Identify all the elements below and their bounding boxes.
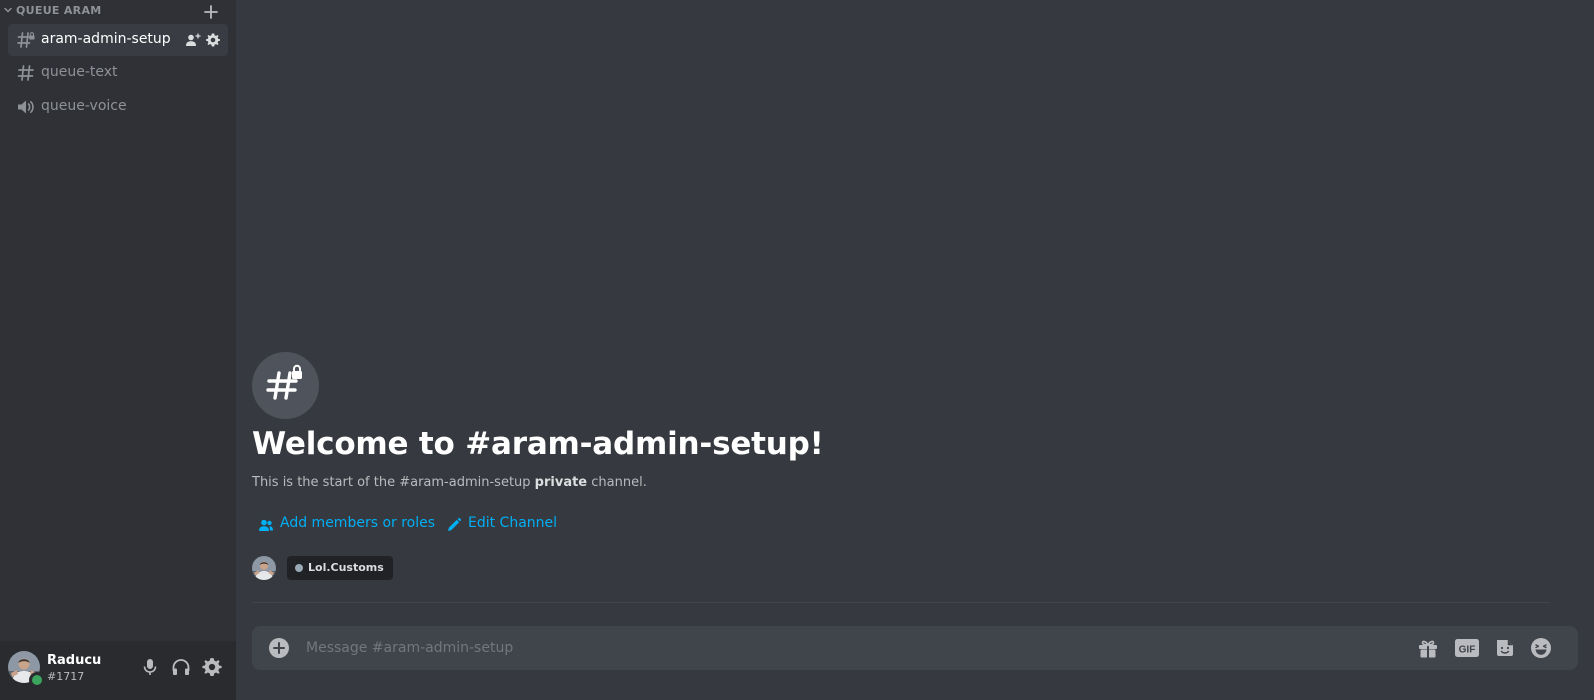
- channel-name: queue-text: [41, 64, 118, 80]
- hashtag-icon: [17, 65, 34, 81]
- gift-icon[interactable]: [1416, 636, 1440, 660]
- role-tag[interactable]: Lol.Customs: [287, 556, 393, 580]
- channel-welcome-avatar: [252, 352, 319, 419]
- welcome-subtitle: This is the start of the #aram-admin-set…: [252, 475, 647, 490]
- message-input[interactable]: [306, 626, 1386, 670]
- headphones-icon[interactable]: [170, 656, 192, 678]
- category-label[interactable]: QUEUE ARAM: [16, 4, 102, 17]
- username: Raducu: [47, 653, 102, 668]
- discord-app: QUEUE ARAM aram-admin-setup queue-text q…: [0, 0, 1594, 700]
- hashtag-lock-icon: [266, 364, 302, 400]
- welcome-subtitle-suffix: channel.: [591, 475, 647, 490]
- welcome-subtitle-prefix: This is the start of the #aram-admin-set…: [252, 475, 531, 490]
- add-attachment-icon[interactable]: [268, 637, 290, 659]
- gear-icon[interactable]: [201, 656, 223, 678]
- category-header[interactable]: QUEUE ARAM: [0, 0, 236, 24]
- gif-icon[interactable]: GIF: [1454, 636, 1480, 660]
- pencil-icon: [448, 517, 462, 531]
- role-name: Lol.Customs: [308, 561, 384, 574]
- divider: [252, 602, 1550, 603]
- user-tag: #1717: [47, 670, 85, 683]
- sticker-icon[interactable]: [1493, 636, 1517, 660]
- avatar-image: [252, 556, 276, 580]
- edit-channel-label[interactable]: Edit Channel: [468, 515, 557, 531]
- add-members-label[interactable]: Add members or roles: [280, 515, 435, 531]
- channel-aram-admin-setup[interactable]: aram-admin-setup: [8, 24, 228, 56]
- welcome-title: Welcome to #aram-admin-setup!: [252, 426, 824, 462]
- hashtag-lock-icon: [17, 32, 35, 48]
- plus-icon[interactable]: [202, 3, 220, 21]
- welcome-subtitle-private: private: [534, 475, 588, 490]
- channel-queue-voice[interactable]: queue-voice: [8, 91, 228, 123]
- microphone-icon[interactable]: [139, 656, 161, 678]
- channel-sidebar: QUEUE ARAM aram-admin-setup queue-text q…: [0, 0, 236, 700]
- speaker-icon: [18, 100, 34, 114]
- member-avatar[interactable]: [252, 556, 276, 580]
- online-status-indicator: [29, 672, 45, 688]
- channel-queue-text[interactable]: queue-text: [8, 57, 228, 89]
- chat-area: Welcome to #aram-admin-setup! This is th…: [236, 0, 1594, 700]
- message-composer: GIF: [252, 626, 1578, 670]
- user-panel: Raducu #1717: [0, 641, 236, 700]
- add-member-icon[interactable]: [185, 32, 201, 48]
- gear-icon[interactable]: [205, 32, 221, 48]
- svg-text:GIF: GIF: [1459, 645, 1476, 656]
- add-member-icon: [259, 519, 273, 531]
- channel-name: aram-admin-setup: [41, 31, 171, 47]
- chevron-down-icon[interactable]: [3, 5, 13, 15]
- avatar[interactable]: [8, 651, 45, 688]
- role-color-dot: [295, 564, 303, 572]
- channel-name: queue-voice: [41, 98, 127, 114]
- emoji-icon[interactable]: [1529, 636, 1553, 660]
